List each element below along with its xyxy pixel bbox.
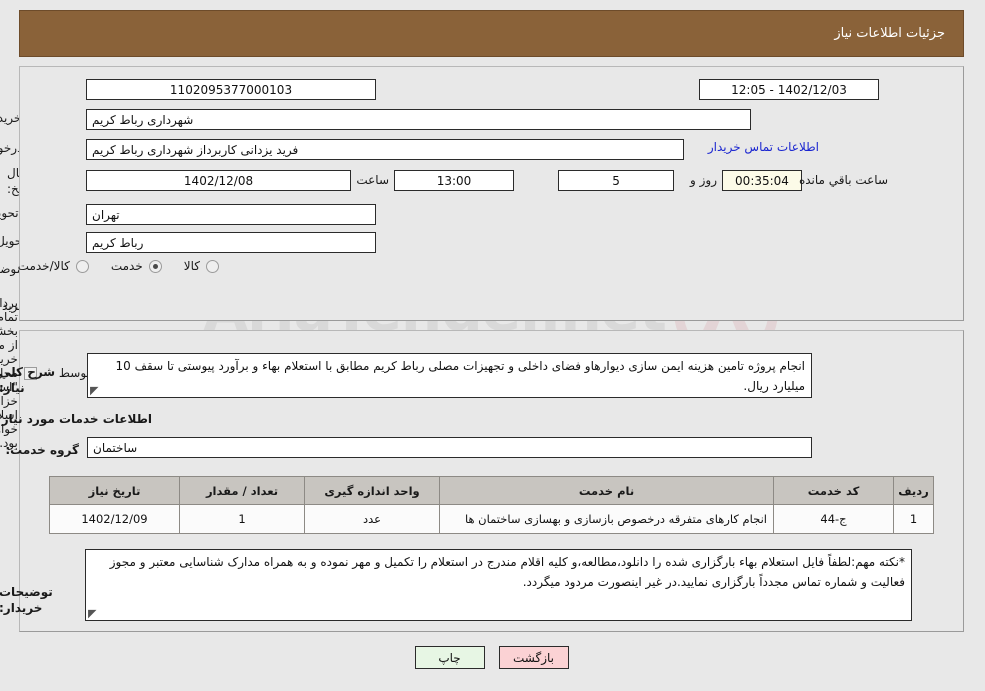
deadline-date: 1402/12/08 xyxy=(87,170,352,191)
services-table: ردیف کد خدمت نام خدمت واحد اندازه گیری ت… xyxy=(50,476,935,534)
column-header-row: ردیف xyxy=(894,476,935,505)
service-group-value: ساختمان xyxy=(88,437,813,458)
general-desc-label: شرح كلي نياز: xyxy=(0,365,57,396)
column-header-qty: تعداد / مقدار xyxy=(180,476,306,505)
requester-value: فرید یزدانی کاربرداز شهرداری رباط کریم xyxy=(87,139,685,160)
public-announce-value: 1402/12/03 - 12:05 xyxy=(700,79,880,100)
page-header: جزئیات اطلاعات نیاز xyxy=(20,10,965,57)
cell-code: ج-44 xyxy=(774,504,895,534)
page-title: جزئیات اطلاعات نیاز xyxy=(835,26,946,41)
deadline-time-label: ساعت xyxy=(357,173,390,187)
cell-qty: 1 xyxy=(180,504,306,534)
city-value: رباط کریم xyxy=(87,232,377,253)
buyer-contact-link[interactable]: اطلاعات تماس خریدار xyxy=(709,140,820,154)
deadline-time: 13:00 xyxy=(395,170,515,191)
buyer-notes-label: توضیحات خریدار: xyxy=(0,585,54,616)
action-button-bar: بازگشت چاپ xyxy=(0,646,985,669)
cell-row: 1 xyxy=(894,504,935,534)
buyer-notes-textarea[interactable]: *نکته مهم:لطفاً فایل استعلام بهاء بارگزا… xyxy=(86,549,913,621)
category-option-label: کالا/خدمت xyxy=(18,259,71,273)
buyer-notes-value: *نکته مهم:لطفاً فایل استعلام بهاء بارگزا… xyxy=(110,555,906,589)
radio-icon[interactable] xyxy=(149,259,163,273)
province-value: تهران xyxy=(87,204,377,225)
category-option-khedmat[interactable]: خدمت xyxy=(112,259,163,273)
back-button[interactable]: بازگشت xyxy=(499,646,570,669)
service-group-label: گروه خدمت: xyxy=(6,443,80,457)
need-info-panel xyxy=(20,66,965,321)
radio-icon[interactable] xyxy=(207,259,220,273)
category-option-kala[interactable]: کالا xyxy=(185,259,220,273)
resize-grip-icon[interactable]: ◥ xyxy=(89,607,99,620)
general-desc-value: انجام پروژه تامین هزینه ایمن سازی دیواره… xyxy=(116,359,806,393)
cell-name: انجام کارهای متفرقه درخصوص بازسازی و بهس… xyxy=(440,504,775,534)
column-header-unit: واحد اندازه گیری xyxy=(305,476,441,505)
deadline-days: 5 xyxy=(559,170,675,191)
buyer-org-value: شهرداری رباط کریم xyxy=(87,109,752,130)
table-row: 1 ج-44 انجام کارهای متفرقه درخصوص بازساز… xyxy=(50,504,935,534)
column-header-name: نام خدمت xyxy=(440,476,775,505)
resize-grip-icon[interactable]: ◥ xyxy=(91,384,101,397)
column-header-date: تاریخ نیاز xyxy=(50,476,181,505)
general-desc-textarea[interactable]: انجام پروژه تامین هزینه ایمن سازی دیواره… xyxy=(88,353,813,398)
print-button[interactable]: چاپ xyxy=(415,646,486,669)
services-heading: اطلاعات خدمات مورد نیاز xyxy=(2,412,153,426)
deadline-countdown: 00:35:04 xyxy=(723,170,803,191)
category-option-label: خدمت xyxy=(111,259,144,273)
need-number-value: 1102095377000103 xyxy=(87,79,377,100)
column-header-code: کد خدمت xyxy=(774,476,895,505)
deadline-countdown-label: ساعت باقي مانده xyxy=(799,173,889,187)
cell-unit: عدد xyxy=(305,504,441,534)
radio-icon[interactable] xyxy=(76,259,90,273)
table-header-row: ردیف کد خدمت نام خدمت واحد اندازه گیری ت… xyxy=(50,476,935,505)
cell-date: 1402/12/09 xyxy=(50,504,181,534)
category-option-label: کالا xyxy=(184,259,201,273)
category-option-kala-khedmat[interactable]: کالا/خدمت xyxy=(19,259,90,273)
deadline-days-label: روز و xyxy=(691,173,718,187)
